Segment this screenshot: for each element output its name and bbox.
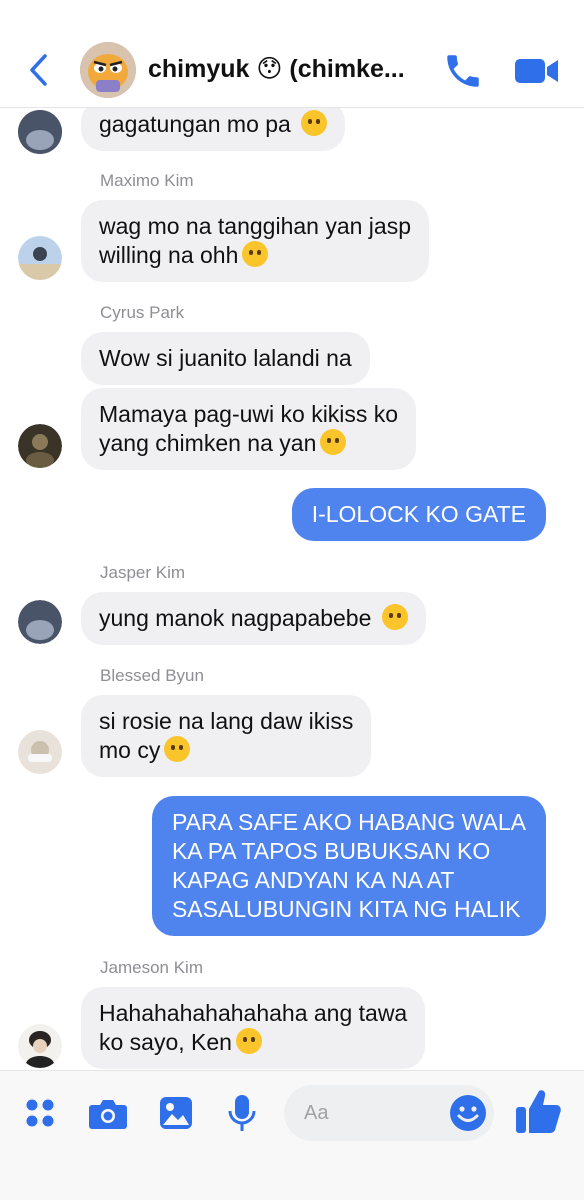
chat-header: chimyuk 😯 (chimke... xyxy=(0,0,584,108)
message-text: yung manok nagpapabebe xyxy=(99,605,372,631)
sneezing-face-icon xyxy=(164,736,191,762)
message-text: gagatungan mo pa xyxy=(99,111,291,137)
message-text: Wow si juanito lalandi na xyxy=(99,345,352,371)
gallery-icon xyxy=(160,1097,192,1129)
emoji-button[interactable] xyxy=(448,1093,488,1133)
chat-title[interactable]: chimyuk 😯 (chimke... xyxy=(148,54,420,84)
message-bubble[interactable]: si rosie na lang daw ikiss mo cy xyxy=(81,695,372,777)
message-text: KAPAG ANDYAN KA NA AT xyxy=(171,867,455,893)
avatar[interactable] xyxy=(18,236,62,280)
back-button[interactable] xyxy=(20,50,56,90)
voice-call-button[interactable] xyxy=(442,50,484,92)
message-bubble-outgoing[interactable]: PARA SAFE AKO HABANG WALA KA PA TAPOS BU… xyxy=(151,796,546,936)
message-input-container[interactable] xyxy=(284,1085,494,1141)
kissing-face-icon xyxy=(320,429,347,455)
group-avatar[interactable] xyxy=(80,42,136,98)
message-bubble[interactable]: gagatungan mo pa xyxy=(81,108,346,151)
message-text: si rosie na lang daw ikiss xyxy=(99,708,354,734)
message-bubble[interactable]: Wow si juanito lalandi na xyxy=(81,332,370,385)
message-text: Hahahahahahahaha ang tawa xyxy=(99,1000,408,1026)
message-bubble[interactable]: Mamaya pag-uwi ko kikiss ko yang chimken… xyxy=(81,388,417,470)
tears-of-joy-icon xyxy=(242,241,269,267)
gallery-button[interactable] xyxy=(154,1091,198,1135)
message-text: mo cy xyxy=(99,737,161,763)
crying-face-icon xyxy=(301,110,328,136)
sender-name: Cyrus Park xyxy=(100,303,185,322)
message-bubble[interactable]: yung manok nagpapabebe xyxy=(81,592,426,645)
sender-name: Blessed Byun xyxy=(100,666,204,685)
video-call-button[interactable] xyxy=(514,54,560,88)
apps-button[interactable] xyxy=(18,1091,62,1135)
thumbs-up-icon xyxy=(516,1090,561,1133)
voice-message-button[interactable] xyxy=(220,1091,264,1135)
message-bubble[interactable]: wag mo na tanggihan yan jasp willing na … xyxy=(81,200,429,282)
avatar[interactable] xyxy=(18,730,62,774)
message-text: wag mo na tanggihan yan jasp xyxy=(99,213,411,239)
message-text: KA PA TAPOS BUBUKSAN KO xyxy=(171,838,491,864)
sender-name: Jasper Kim xyxy=(100,563,186,582)
message-text: ko sayo, Ken xyxy=(99,1029,232,1055)
phone-icon xyxy=(447,55,479,87)
sender-name: Jameson Kim xyxy=(100,958,203,977)
message-bubble[interactable]: Hahahahahahahaha ang tawa ko sayo, Ken xyxy=(81,987,426,1069)
avatar[interactable] xyxy=(18,1024,62,1068)
rolling-laughing-icon xyxy=(381,604,408,630)
rolling-laughing-icon xyxy=(235,1028,262,1054)
avatar[interactable] xyxy=(18,424,62,468)
camera-button[interactable] xyxy=(86,1091,130,1135)
avatar[interactable] xyxy=(18,110,62,154)
camera-icon xyxy=(89,1100,127,1129)
apps-icon xyxy=(26,1099,54,1127)
message-list[interactable]: gagatungan mo pa Maximo Kim wag mo na ta… xyxy=(0,108,584,1070)
video-camera-icon xyxy=(515,59,558,83)
sender-name: Maximo Kim xyxy=(100,171,194,190)
message-text: I-LOLOCK KO GATE xyxy=(311,501,526,527)
chevron-left-icon xyxy=(30,54,47,86)
message-bubble-outgoing[interactable]: I-LOLOCK KO GATE xyxy=(291,488,546,541)
message-text: Mamaya pag-uwi ko kikiss ko xyxy=(99,401,399,427)
avatar[interactable] xyxy=(18,600,62,644)
microphone-icon xyxy=(228,1095,256,1131)
message-text: SASALUBUNGIN KITA NG HALIK xyxy=(171,896,521,922)
message-composer xyxy=(0,1070,584,1200)
like-button[interactable] xyxy=(512,1085,564,1137)
message-input[interactable] xyxy=(304,1097,444,1129)
message-text: willing na ohh xyxy=(99,242,239,268)
message-text: yang chimken na yan xyxy=(99,430,317,456)
avatar-illustration xyxy=(80,42,136,98)
message-text: PARA SAFE AKO HABANG WALA xyxy=(171,809,526,835)
emoji-icon xyxy=(450,1095,486,1131)
